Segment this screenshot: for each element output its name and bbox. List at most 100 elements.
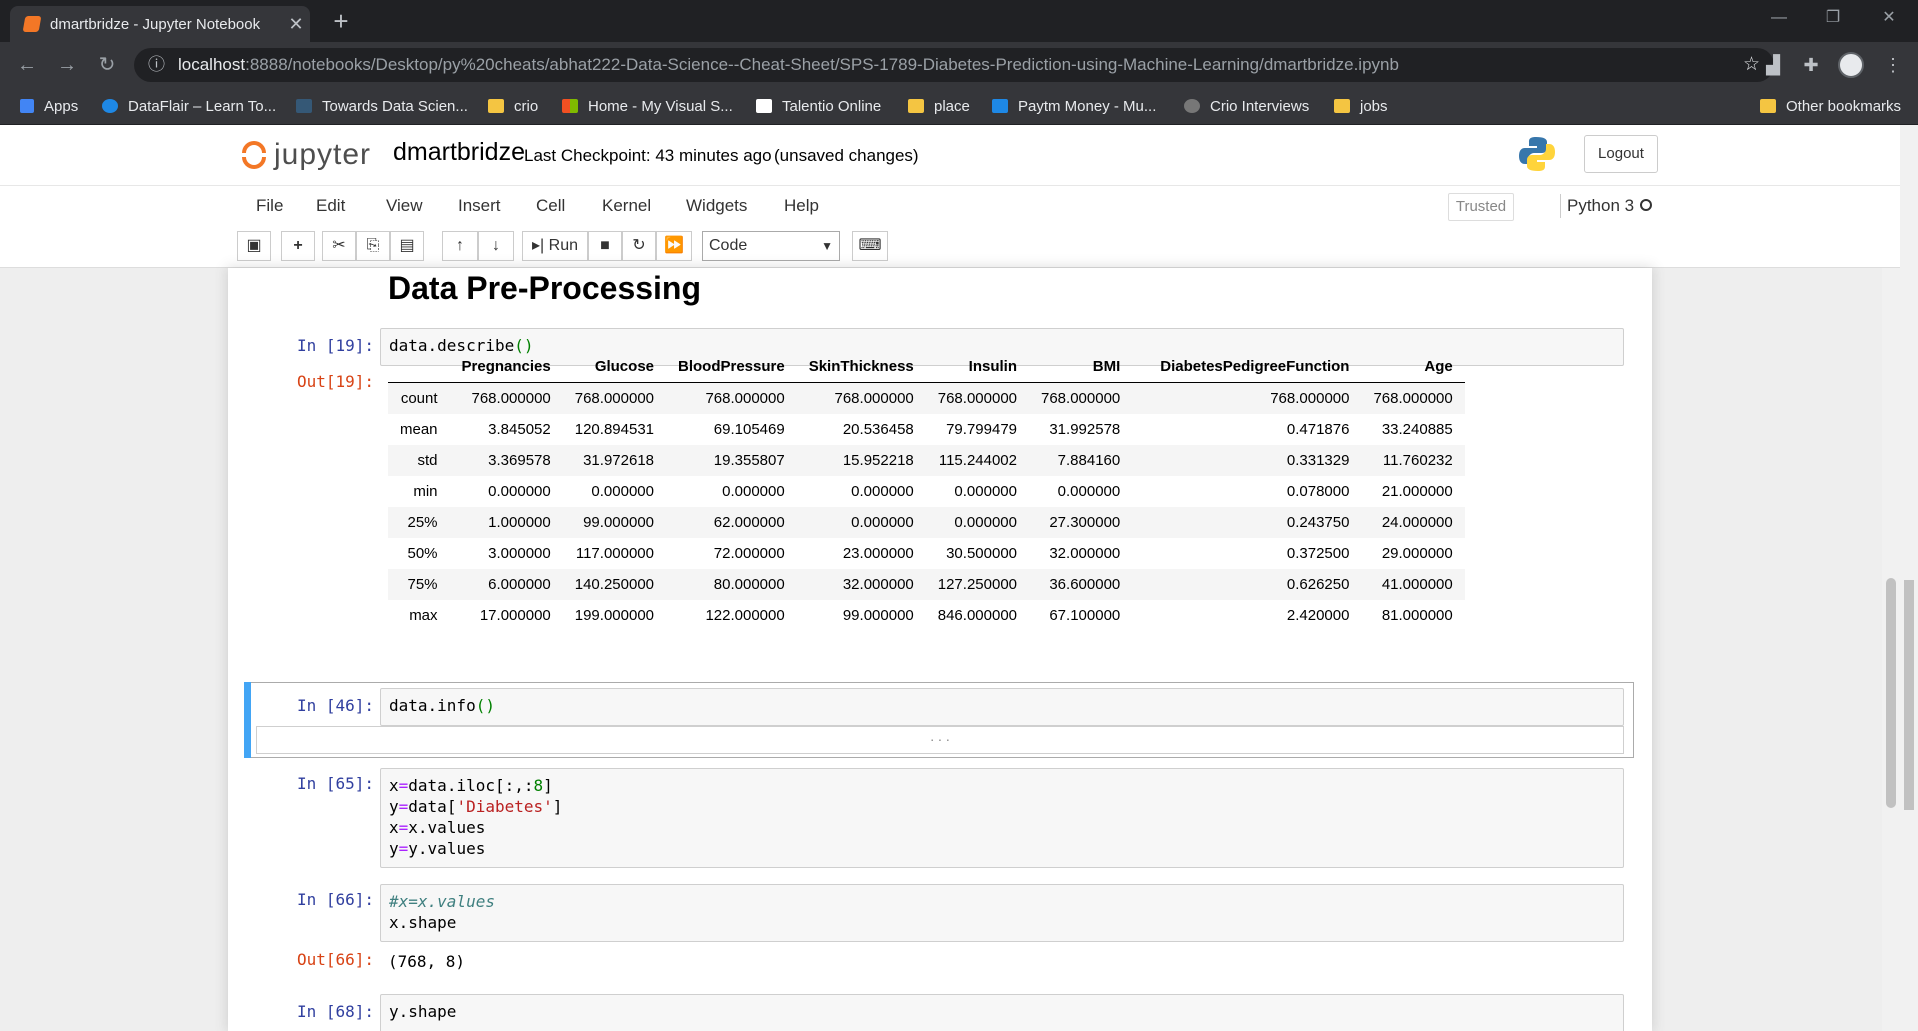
profile-avatar[interactable]	[1838, 52, 1864, 78]
notebook-scrollbar[interactable]	[1882, 268, 1900, 1031]
output-text: (768, 8)	[388, 952, 466, 971]
collapsed-output[interactable]: . . .	[256, 726, 1624, 754]
bookmark-apps[interactable]: Apps	[20, 88, 78, 124]
interrupt-icon[interactable]: ■	[588, 231, 622, 261]
menu-cell[interactable]: Cell	[536, 186, 565, 225]
microsoft-icon	[562, 99, 578, 113]
row-label: min	[413, 483, 438, 500]
site-info-icon[interactable]: ⓘ	[148, 48, 165, 82]
menu-edit[interactable]: Edit	[316, 186, 345, 225]
close-window-icon[interactable]: ✕	[1866, 0, 1912, 36]
python-logo-icon	[1519, 137, 1555, 171]
kernel-idle-indicator	[1640, 199, 1652, 211]
row-label: 50%	[407, 545, 438, 562]
back-icon[interactable]: ←	[12, 50, 42, 80]
more-menu-icon[interactable]: ⋮	[1878, 50, 1908, 80]
row-label: std	[417, 452, 438, 469]
table-cell: 0.372500	[1286, 545, 1350, 562]
bookmark-talentio[interactable]: Talentio Online	[756, 88, 881, 124]
copy-icon[interactable]: ⎘	[356, 231, 390, 261]
move-down-icon[interactable]: ↓	[478, 231, 514, 261]
bookmark-crio-interviews[interactable]: Crio Interviews	[1184, 88, 1309, 124]
move-up-icon[interactable]: ↑	[442, 231, 478, 261]
forward-icon[interactable]: →	[52, 50, 82, 80]
table-cell: 15.952218	[842, 452, 914, 469]
bookmark-jobs[interactable]: jobs	[1334, 88, 1388, 124]
row-label: mean	[400, 421, 438, 438]
new-tab-icon[interactable]: +	[326, 6, 356, 36]
column-header: SkinThickness	[796, 350, 926, 383]
table-cell: 117.000000	[575, 545, 654, 562]
menu-widgets[interactable]: Widgets	[686, 186, 747, 225]
bookmark-paytm-money[interactable]: Paytm Money - Mu...	[992, 88, 1156, 124]
bookmark-crio[interactable]: crio	[488, 88, 538, 124]
code-cell-input[interactable]: y.shape	[380, 994, 1624, 1031]
code-cell-input[interactable]: data.info()	[380, 688, 1624, 726]
trusted-badge[interactable]: Trusted	[1448, 193, 1514, 221]
close-tab-icon[interactable]: ✕	[282, 14, 310, 35]
bookmark-towards-data-science[interactable]: Towards Data Scien...	[296, 88, 468, 124]
menu-insert[interactable]: Insert	[458, 186, 501, 225]
restart-icon[interactable]: ↻	[622, 231, 656, 261]
column-header: Glucose	[562, 350, 666, 383]
address-bar[interactable]: ⓘ localhost:8888/notebooks/Desktop/py%20…	[134, 48, 1774, 82]
table-cell: 11.760232	[1382, 452, 1453, 469]
insert-cell-icon[interactable]: +	[281, 231, 315, 261]
scrollbar-thumb[interactable]	[1904, 580, 1914, 810]
code-cell-input[interactable]: #x=x.values x.shape	[380, 884, 1624, 942]
table-cell: 3.369578	[488, 452, 551, 469]
code-cell-input[interactable]: x=data.iloc[:,:8] y=data['Diabetes'] x=x…	[380, 768, 1624, 868]
kernel-name[interactable]: Python 3	[1560, 194, 1634, 218]
code-text: data.info()	[389, 696, 495, 715]
run-button[interactable]: ▸| Run	[522, 231, 588, 261]
browser-tab[interactable]: dmartbridze - Jupyter Notebook ✕	[10, 6, 310, 42]
extensions-puzzle-icon[interactable]: ✚	[1796, 50, 1826, 80]
table-cell: 1.000000	[488, 514, 551, 531]
table-cell: 72.000000	[713, 545, 785, 562]
table-cell: 0.331329	[1286, 452, 1350, 469]
restore-icon[interactable]: ❐	[1810, 0, 1856, 36]
scrollbar-thumb[interactable]	[1886, 578, 1896, 808]
table-cell: 67.100000	[1049, 607, 1121, 624]
menu-file[interactable]: File	[256, 186, 283, 225]
page-scrollbar[interactable]	[1900, 125, 1918, 1031]
cell-type-select[interactable]: Code ▼	[702, 231, 840, 261]
url-text: localhost:8888/notebooks/Desktop/py%20ch…	[178, 55, 1399, 74]
extension-chart-icon[interactable]: ▟	[1758, 50, 1788, 80]
paste-icon[interactable]: ▤	[390, 231, 424, 261]
menu-kernel[interactable]: Kernel	[602, 186, 651, 225]
table-cell: 0.000000	[722, 483, 785, 500]
table-cell: 0.000000	[591, 483, 654, 500]
table-cell: 768.000000	[471, 390, 551, 407]
table-cell: 31.992578	[1049, 421, 1121, 438]
reload-icon[interactable]: ↻	[92, 50, 122, 80]
save-icon[interactable]: ▣	[237, 231, 271, 261]
logout-button[interactable]: Logout	[1584, 135, 1658, 173]
code-text: #x=x.values x.shape	[389, 892, 495, 932]
table-cell: 33.240885	[1381, 421, 1453, 438]
minimize-icon[interactable]: —	[1756, 0, 1802, 36]
chevron-down-icon: ▼	[821, 239, 833, 253]
paytm-icon	[992, 99, 1008, 113]
jupyter-favicon-icon	[22, 16, 42, 32]
markdown-heading: Data Pre-Processing	[388, 270, 702, 306]
bookmarks-bar: Apps DataFlair – Learn To... Towards Dat…	[0, 88, 1918, 125]
bookmark-dataflair[interactable]: DataFlair – Learn To...	[102, 88, 276, 124]
crio-icon	[1184, 99, 1200, 113]
cut-icon[interactable]: ✂	[322, 231, 356, 261]
other-bookmarks[interactable]: Other bookmarks	[1760, 88, 1901, 124]
table-cell: 115.244002	[938, 452, 1017, 469]
jupyter-logo[interactable]: jupyter	[240, 135, 371, 175]
input-prompt: In [65]:	[296, 774, 374, 793]
bookmark-home-my-visual[interactable]: Home - My Visual S...	[562, 88, 733, 124]
table-cell: 0.078000	[1286, 483, 1350, 500]
restart-run-all-icon[interactable]: ⏩	[656, 231, 692, 261]
table-cell: 0.626250	[1286, 576, 1350, 593]
row-label: max	[409, 607, 438, 624]
keyboard-shortcuts-icon[interactable]: ⌨	[852, 231, 888, 261]
bookmark-place[interactable]: place	[908, 88, 970, 124]
notebook-name[interactable]: dmartbridze	[393, 138, 525, 167]
table-cell: 0.471876	[1286, 421, 1350, 438]
menu-view[interactable]: View	[386, 186, 423, 225]
menu-help[interactable]: Help	[784, 186, 819, 225]
